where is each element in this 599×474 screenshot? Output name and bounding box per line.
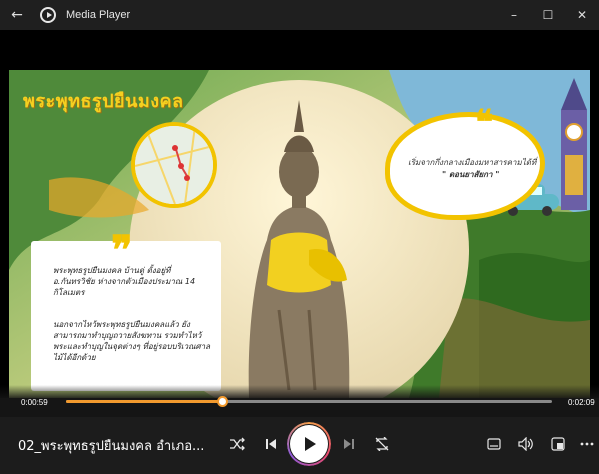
previous-icon[interactable] [261,435,281,453]
info-paragraph-1: พระพุทธรูปยืนมงคล บ้านดู่ ตั้งอยู่ที่ อ.… [53,266,196,297]
letterbox-top [0,30,599,70]
info-card-left: ❞ พระพุทธรูปยืนมงคล บ้านดู่ ตั้งอยู่ที่ … [31,227,221,391]
shuffle-icon[interactable] [226,435,248,453]
subtitles-icon[interactable] [484,435,504,453]
seek-bar[interactable] [66,396,552,407]
close-button[interactable]: ✕ [565,0,599,30]
video-heading: พระพุทธรูปยืนมงคล [23,91,184,112]
seek-thumb[interactable] [216,396,228,407]
window-title: Media Player [66,9,131,21]
repeat-icon[interactable] [372,435,392,453]
next-icon[interactable] [339,435,359,453]
now-playing-title[interactable]: 02_พระพุทธรูปยืนมงคล อำเภอ... [18,435,204,456]
total-time: 0:02:09 [568,398,595,407]
miniplayer-icon[interactable] [548,435,568,453]
play-icon[interactable] [290,425,328,463]
media-player-logo-icon [40,7,56,23]
maximize-button[interactable]: ☐ [531,0,565,30]
info-line-2: " ดอนยาสัยกา " [442,170,500,179]
more-icon[interactable] [578,435,596,453]
info-line-1: เริ่มจากกึ่งกลางเมืองมหาสารคามได้ที่ [408,158,537,167]
seek-bar-progress [66,400,222,403]
volume-icon[interactable] [516,435,536,453]
title-bar: ← Media Player – ☐ ✕ [0,0,599,30]
current-time: 0:00:59 [21,398,48,407]
video-frame[interactable]: พระพุทธรูปยืนมงคล ❞ พระพุทธรูปยืนมงคล บ้… [9,70,590,398]
map-thumbnail [131,122,217,208]
minimize-button[interactable]: – [497,0,531,30]
back-arrow-icon[interactable]: ← [0,0,34,30]
quote-mark-icon: ❝ [475,103,494,143]
info-paragraph-2: นอกจากไหว้พระพุทธรูปยืนมงคลแล้ว ยังสามาร… [53,320,211,362]
